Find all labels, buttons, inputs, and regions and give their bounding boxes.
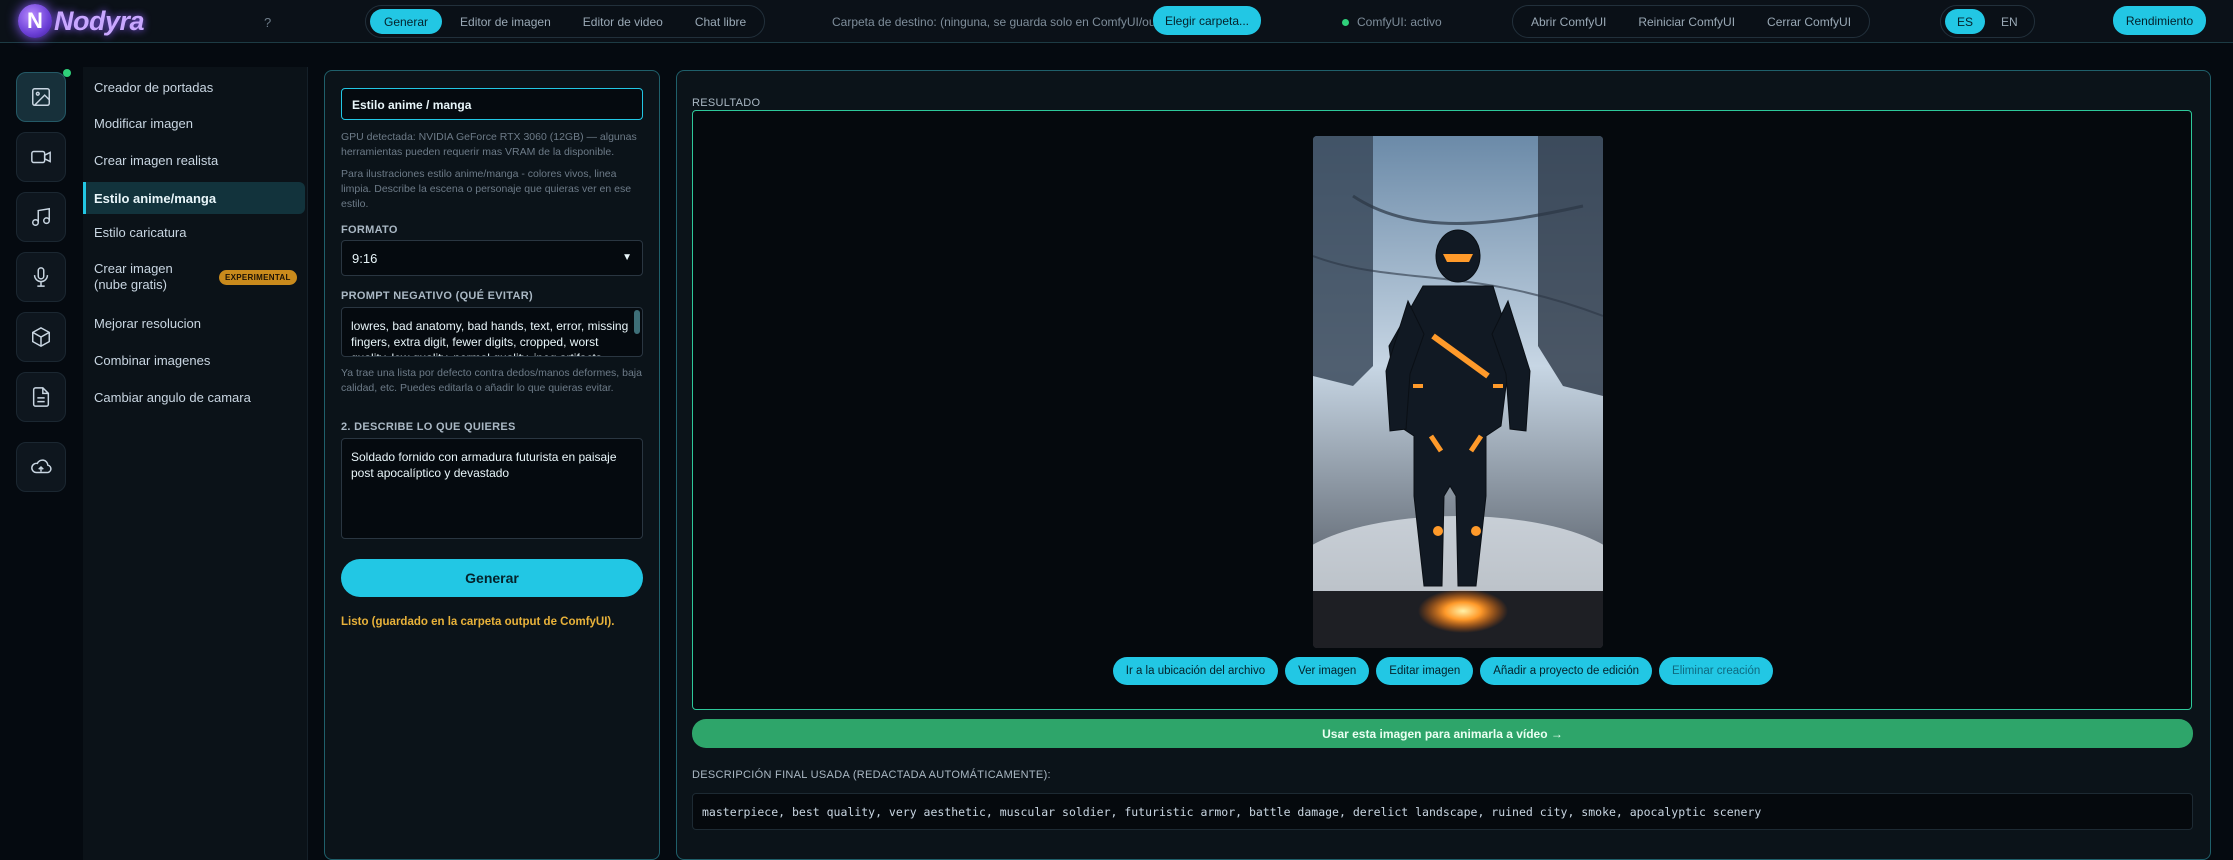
logo-text: Nodyra	[54, 5, 145, 36]
status-message: Listo (guardado en la carpeta output de …	[341, 616, 615, 628]
choose-folder-button[interactable]: Elegir carpeta...	[1153, 6, 1261, 35]
nav-item-mejorar-resolucion[interactable]: Mejorar resolucion	[83, 312, 305, 334]
help-button[interactable]: ?	[264, 15, 271, 30]
comfyui-controls: Abrir ComfyUI Reiniciar ComfyUI Cerrar C…	[1512, 5, 1871, 38]
rail-cloud-button[interactable]	[16, 442, 66, 492]
tab-generar[interactable]: Generar	[370, 9, 443, 34]
rail-music-button[interactable]	[16, 192, 66, 242]
experimental-badge: EXPERIMENTAL	[219, 269, 297, 285]
nav-item-label: Crear imagen (nube gratis)	[94, 261, 173, 292]
style-hint: Para ilustraciones estilo anime/manga - …	[341, 168, 632, 210]
result-label: RESULTADO	[692, 97, 761, 109]
microphone-icon	[33, 267, 49, 287]
describe-textarea[interactable]: Soldado fornido con armadura futurista e…	[341, 438, 643, 539]
rail-3d-button[interactable]	[16, 312, 66, 362]
comfyui-status: ComfyUI: activo	[1342, 15, 1442, 29]
final-description-label: DESCRIPCIÓN FINAL USADA (REDACTADA AUTOM…	[692, 769, 1051, 781]
nav-item-creador-portadas[interactable]: Creador de portadas	[83, 76, 305, 98]
image-icon	[32, 88, 50, 106]
nav-item-estilo-anime[interactable]: Estilo anime/manga	[83, 182, 305, 214]
open-file-location-button[interactable]: Ir a la ubicación del archivo	[1112, 657, 1279, 685]
nav-item-crear-nube[interactable]: Crear imagen (nube gratis) EXPERIMENTAL	[83, 260, 305, 294]
format-value: 9:16	[352, 251, 378, 266]
activity-dot-icon	[63, 69, 71, 77]
format-select[interactable]: 9:16 ▼	[341, 240, 643, 276]
music-icon	[32, 207, 50, 226]
icon-rail	[0, 56, 66, 860]
lang-en-button[interactable]: EN	[1989, 9, 2030, 34]
tab-editor-imagen[interactable]: Editor de imagen	[446, 9, 565, 34]
generated-image[interactable]	[1313, 136, 1603, 648]
final-description-text[interactable]: masterpiece, best quality, very aestheti…	[692, 793, 2193, 830]
view-image-button[interactable]: Ver imagen	[1285, 657, 1370, 685]
nav-item-angulo-camara[interactable]: Cambiar angulo de camara	[83, 386, 305, 408]
negative-prompt-textarea[interactable]: lowres, bad anatomy, bad hands, text, er…	[341, 307, 643, 357]
rail-microphone-button[interactable]	[16, 252, 66, 302]
delete-creation-button[interactable]: Eliminar creación	[1659, 657, 1774, 685]
restart-comfyui-button[interactable]: Reiniciar ComfyUI	[1624, 9, 1749, 34]
result-panel: RESULTADO Ir a la ubicación del archivo …	[676, 70, 2211, 860]
performance-button[interactable]: Rendimiento	[2113, 6, 2206, 35]
close-comfyui-button[interactable]: Cerrar ComfyUI	[1753, 9, 1865, 34]
animate-to-video-button[interactable]: Usar esta imagen para animarla a vídeo →	[692, 719, 2193, 748]
generate-button[interactable]: Generar	[341, 559, 643, 597]
nav-item-combinar-imagenes[interactable]: Combinar imagenes	[83, 349, 305, 371]
app-logo[interactable]: N Nodyra	[18, 4, 145, 38]
nav-item-estilo-caricatura[interactable]: Estilo caricatura	[83, 221, 305, 243]
negative-prompt-hint: Ya trae una lista por defecto contra ded…	[341, 367, 642, 394]
result-actions: Ir a la ubicación del archivo Ver imagen…	[693, 657, 2193, 685]
format-label: FORMATO	[341, 224, 398, 236]
generated-image-art	[1313, 136, 1603, 648]
describe-label: 2. DESCRIBE LO QUE QUIERES	[341, 421, 516, 433]
open-comfyui-button[interactable]: Abrir ComfyUI	[1517, 9, 1620, 34]
rail-document-button[interactable]	[16, 372, 66, 422]
add-to-project-button[interactable]: Añadir a proyecto de edición	[1480, 657, 1653, 685]
cloud-upload-icon	[31, 459, 52, 474]
nav-item-crear-realista[interactable]: Crear imagen realista	[83, 149, 305, 171]
nav-item-modificar-imagen[interactable]: Modificar imagen	[83, 112, 305, 134]
tab-editor-video[interactable]: Editor de video	[569, 9, 677, 34]
top-bar: N Nodyra ? Generar Editor de imagen Edit…	[0, 0, 2233, 43]
status-text: ComfyUI: activo	[1357, 15, 1442, 29]
main-tabs: Generar Editor de imagen Editor de video…	[365, 5, 766, 38]
rail-video-button[interactable]	[16, 132, 66, 182]
document-icon	[32, 387, 50, 407]
tool-nav: Creador de portadas Modificar imagen Cre…	[83, 67, 308, 860]
style-title-field[interactable]: Estilo anime / manga	[341, 88, 643, 120]
chevron-down-icon: ▼	[622, 252, 632, 263]
form-panel: Estilo anime / manga GPU detectada: NVID…	[324, 70, 660, 860]
negative-prompt-label: PROMPT NEGATIVO (QUÉ EVITAR)	[341, 290, 533, 302]
gpu-hint: GPU detectada: NVIDIA GeForce RTX 3060 (…	[341, 131, 637, 158]
lang-es-button[interactable]: ES	[1945, 9, 1986, 34]
textarea-scrollbar[interactable]	[634, 310, 640, 334]
negative-prompt-text: lowres, bad anatomy, bad hands, text, er…	[351, 319, 629, 356]
tab-chat-libre[interactable]: Chat libre	[681, 9, 760, 34]
result-preview: Ir a la ubicación del archivo Ver imagen…	[692, 110, 2192, 710]
logo-mark: N	[18, 4, 52, 38]
status-dot-icon	[1342, 18, 1349, 26]
edit-image-button[interactable]: Editar imagen	[1376, 657, 1474, 685]
language-switch: ES EN	[1940, 5, 2035, 38]
video-icon	[31, 150, 51, 164]
cube-icon	[32, 326, 50, 348]
destination-label: Carpeta de destino: (ninguna, se guarda …	[832, 15, 1180, 29]
rail-image-button[interactable]	[16, 72, 66, 122]
